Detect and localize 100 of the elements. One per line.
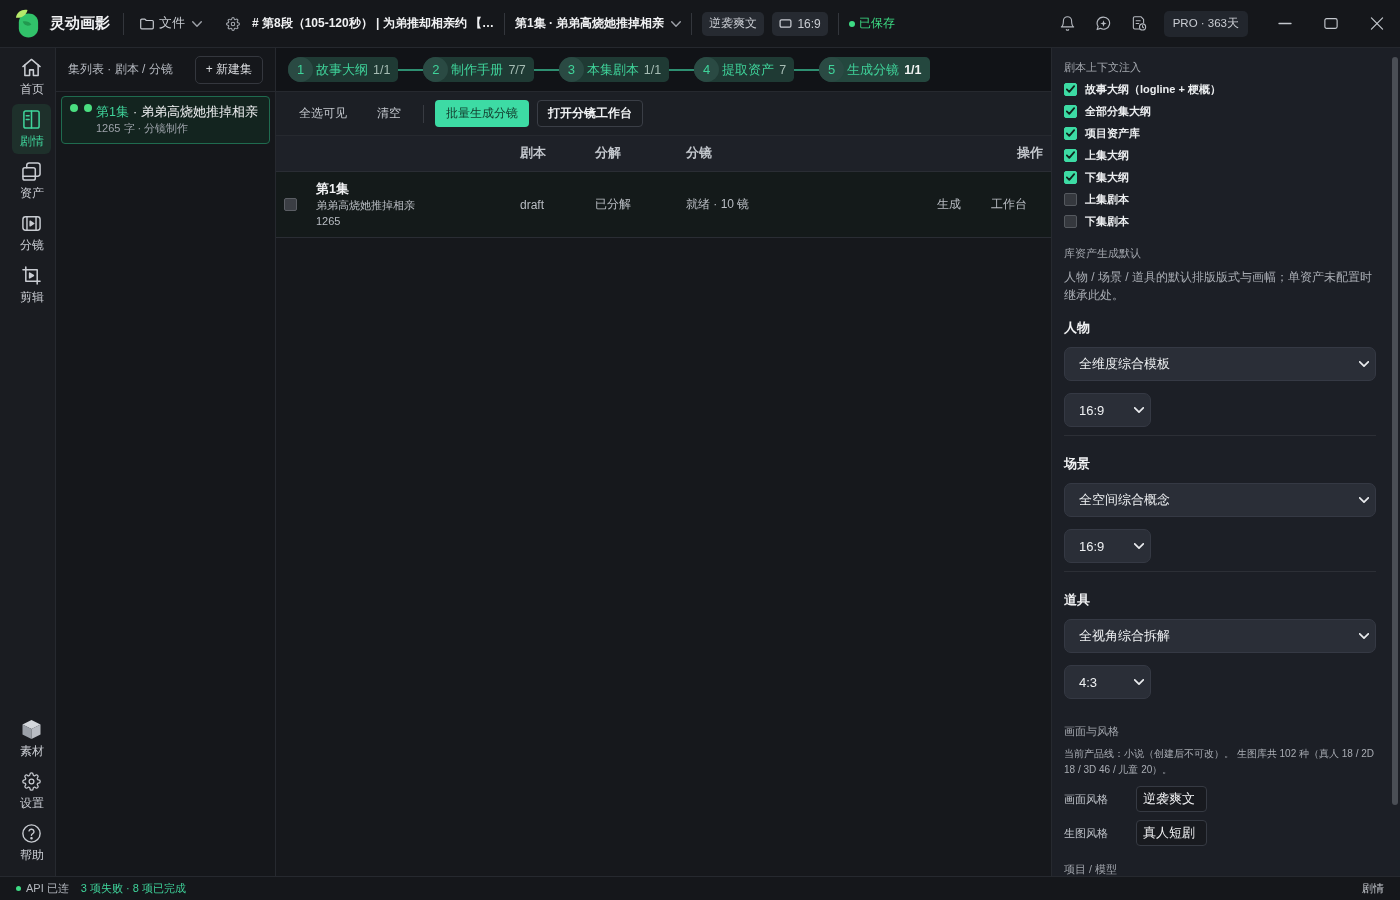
nav-item[interactable]: 剧情 bbox=[12, 104, 51, 154]
checkmark-icon bbox=[1066, 151, 1075, 159]
group-label: 道具 bbox=[1064, 592, 1091, 609]
step-connector bbox=[669, 68, 695, 71]
folder-icon bbox=[140, 17, 154, 30]
checkmark-icon bbox=[1066, 107, 1075, 115]
row-checkbox[interactable] bbox=[284, 198, 297, 211]
input-field[interactable]: 真人短剧 bbox=[1136, 820, 1207, 846]
episode-label: 第1集 bbox=[316, 180, 350, 197]
home-icon bbox=[22, 58, 41, 77]
table-cell-text: 已分解 bbox=[595, 196, 632, 213]
checkbox[interactable] bbox=[1064, 148, 1077, 162]
chevron-down-icon bbox=[1359, 633, 1369, 639]
option-label: 上集剧本 bbox=[1085, 191, 1129, 207]
step-button[interactable]: 2 制作手册 7/7 bbox=[423, 57, 534, 82]
ratio-select[interactable]: 16:9 bbox=[1064, 393, 1151, 427]
template-select[interactable]: 全空间综合概念 bbox=[1064, 483, 1376, 517]
nav-item[interactable]: 分镜 bbox=[12, 208, 51, 258]
option-label: 下集剧本 bbox=[1085, 213, 1129, 229]
ratio-select[interactable]: 4:3 bbox=[1064, 665, 1151, 699]
episode-meta: 1265 字 · 分镜制作 bbox=[96, 121, 190, 136]
nav-item[interactable]: 设置 bbox=[12, 766, 51, 816]
scrollbar-thumb[interactable] bbox=[1392, 57, 1398, 805]
checkbox[interactable] bbox=[1064, 170, 1077, 184]
field-label: 生图风格 bbox=[1064, 825, 1109, 841]
book-icon bbox=[22, 110, 41, 129]
checkbox[interactable] bbox=[1064, 126, 1077, 140]
help-icon bbox=[22, 824, 41, 843]
episode-number: 第1集 bbox=[96, 104, 129, 120]
chevron-down-icon bbox=[1359, 497, 1369, 503]
word-count: 1265 bbox=[316, 213, 342, 229]
nav-item[interactable]: 剪辑 bbox=[12, 260, 51, 310]
settings-icon[interactable] bbox=[226, 16, 240, 31]
aspect-ratio-tag[interactable]: 16:9 bbox=[772, 11, 828, 36]
segment-title: # 第8段（105-120秒） | 为弟推却相亲约 【… bbox=[252, 15, 495, 32]
chevron-down-icon bbox=[1134, 679, 1144, 685]
group-label: 场景 bbox=[1064, 456, 1091, 473]
checkbox[interactable] bbox=[1064, 104, 1077, 118]
film-frame-icon bbox=[22, 214, 41, 233]
option-label: 故事大纲（logline + 梗概） bbox=[1085, 81, 1221, 97]
settings-icon bbox=[22, 772, 41, 791]
checkbox[interactable] bbox=[1064, 192, 1077, 206]
checkbox[interactable] bbox=[1064, 82, 1077, 96]
maximize-icon[interactable] bbox=[1324, 17, 1338, 30]
section-title: 画面与风格 bbox=[1064, 724, 1120, 738]
panel-title: 集列表 · 剧本 / 分镜 bbox=[68, 61, 173, 78]
text-button[interactable]: 清空 bbox=[366, 100, 412, 127]
logo-icon bbox=[14, 8, 41, 39]
close-icon[interactable] bbox=[1370, 17, 1384, 30]
episode-card[interactable]: 第1集 · 弟弟高烧她推掉相亲 1265 字 · 分镜制作 bbox=[61, 96, 270, 144]
task-summary: 3 项失败 · 8 项已完成 bbox=[80, 881, 186, 896]
column-header: 分解 bbox=[595, 145, 622, 162]
primary-button[interactable]: 批量生成分镜 bbox=[435, 100, 529, 127]
genre-tag[interactable]: 逆袭爽文 bbox=[702, 11, 765, 36]
template-select[interactable]: 全视角综合拆解 bbox=[1064, 619, 1376, 653]
stacked-squares-icon bbox=[22, 162, 41, 181]
step-connector bbox=[533, 68, 559, 71]
input-field[interactable]: 逆袭爽文 bbox=[1136, 786, 1207, 812]
file-menu[interactable]: 文件 bbox=[138, 9, 204, 38]
group-label: 人物 bbox=[1064, 320, 1091, 337]
step-button[interactable]: 4 提取资产 7 bbox=[694, 57, 795, 82]
notification-icon[interactable] bbox=[1060, 16, 1076, 31]
template-select[interactable]: 全维度综合模板 bbox=[1064, 347, 1376, 381]
step-button[interactable]: 3 本集剧本 1/1 bbox=[558, 57, 670, 82]
section-title: 项目 / 模型 bbox=[1064, 862, 1118, 876]
plan-badge: PRO · 363天 bbox=[1163, 10, 1248, 37]
nav-item[interactable]: 资产 bbox=[12, 156, 51, 206]
episode-picker[interactable]: 第1集 · 弟弟高烧她推掉相亲 bbox=[515, 9, 682, 38]
episode-title: 弟弟高烧她推掉相亲 bbox=[316, 197, 415, 213]
episode-title: · 弟弟高烧她推掉相亲 bbox=[132, 104, 258, 120]
option-label: 下集大纲 bbox=[1085, 169, 1129, 185]
column-header: 剧本 bbox=[520, 145, 547, 162]
current-view-label: 剧情 bbox=[1362, 881, 1384, 896]
section-note: 当前产品线：小说（创建后不可改）。 生图库共 102 种（真人 18 / 2D 18 / 3D 46 / 儿童 20）。 bbox=[1064, 747, 1376, 777]
nav-item[interactable]: 帮助 bbox=[12, 818, 51, 868]
section-title: 剧本上下文注入 bbox=[1064, 60, 1142, 74]
text-button[interactable]: 全选可见 bbox=[288, 100, 358, 127]
new-episode-button[interactable]: + 新建集 bbox=[194, 55, 263, 84]
step-number: 1 bbox=[288, 57, 313, 82]
table-cell-text: draft bbox=[520, 197, 545, 212]
action-link[interactable]: 工作台 bbox=[991, 196, 1027, 213]
chat-bubble-icon[interactable] bbox=[1096, 16, 1112, 31]
option-label: 上集大纲 bbox=[1085, 147, 1129, 163]
column-header: 分镜 bbox=[686, 145, 713, 162]
document-clock-icon[interactable] bbox=[1132, 16, 1148, 31]
nav-item[interactable]: 素材 bbox=[12, 714, 51, 764]
app-name: 灵动画影 bbox=[50, 14, 110, 33]
step-connector bbox=[398, 68, 424, 71]
nav-item[interactable]: 首页 bbox=[12, 52, 51, 102]
step-connector bbox=[794, 68, 820, 71]
table-cell-text: 就绪 · 10 镜 bbox=[686, 196, 751, 213]
ratio-select[interactable]: 16:9 bbox=[1064, 529, 1151, 563]
checkbox[interactable] bbox=[1064, 214, 1077, 228]
checkmark-icon bbox=[1066, 173, 1075, 181]
step-button[interactable]: 5 生成分镜 1/1 bbox=[819, 57, 930, 82]
section-description: 人物 / 场景 / 道具的默认排版版式与画幅；单资产未配置时继承此处。 bbox=[1064, 269, 1373, 304]
chevron-down-icon bbox=[1134, 543, 1144, 549]
action-link[interactable]: 生成 bbox=[937, 196, 961, 213]
outline-button[interactable]: 打开分镜工作台 bbox=[537, 100, 643, 127]
step-button[interactable]: 1 故事大纲 1/1 bbox=[288, 57, 399, 82]
